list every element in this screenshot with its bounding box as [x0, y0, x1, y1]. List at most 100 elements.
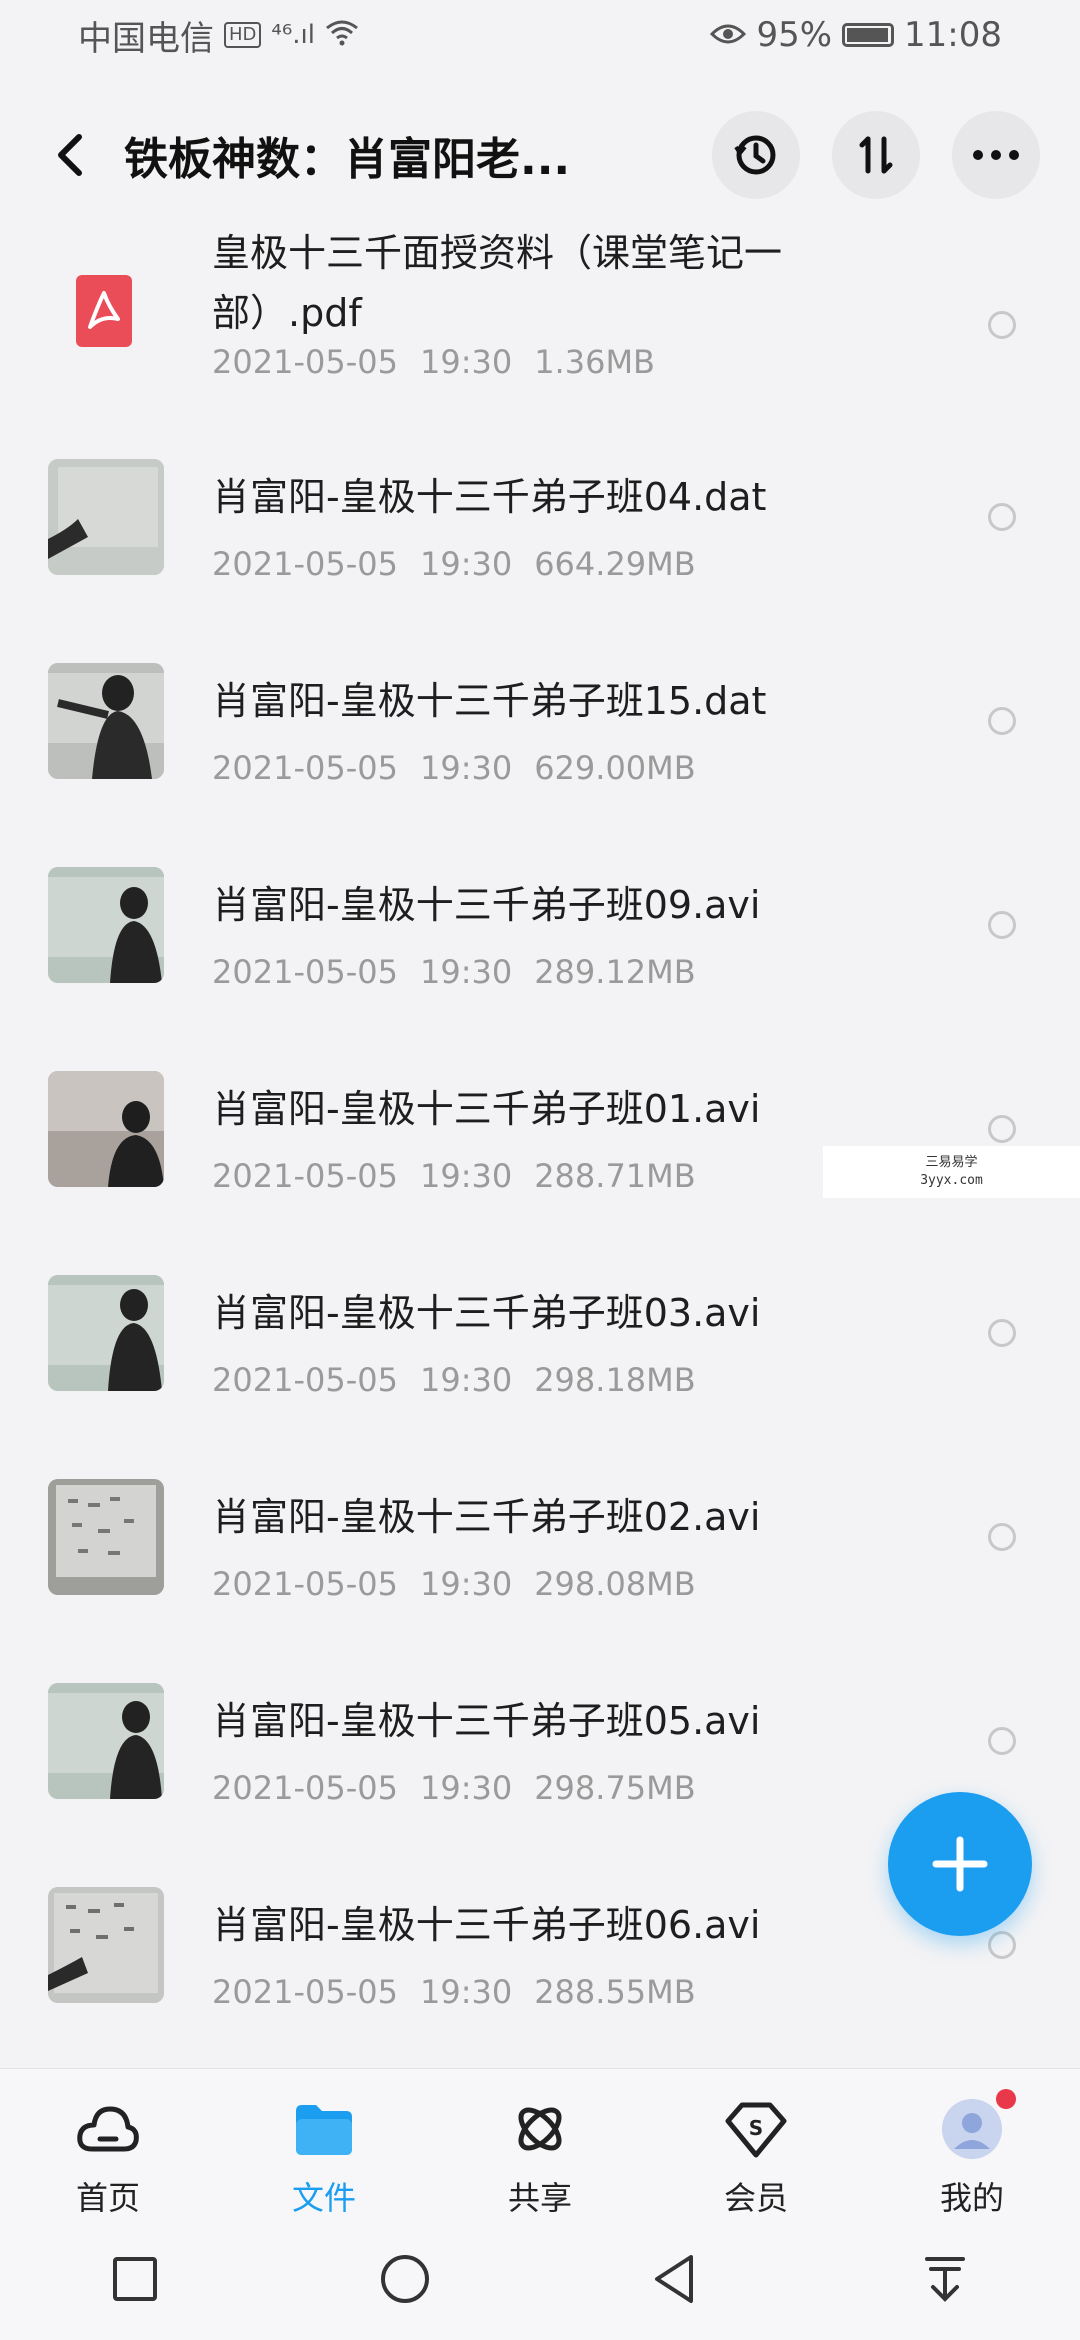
select-radio[interactable] — [988, 911, 1016, 939]
nav-item-home[interactable]: 首页 — [18, 2069, 198, 2219]
file-date: 2021-05-05 — [212, 1769, 398, 1807]
nav-label: 首页 — [75, 2179, 140, 2217]
select-radio[interactable] — [988, 1115, 1016, 1143]
circle-icon — [381, 2255, 429, 2303]
vip-icon: S — [724, 2097, 788, 2161]
list-item[interactable]: 肖富阳-皇极十三千弟子班04.dat 2021-05-05 19:30 664.… — [0, 415, 1080, 619]
file-meta: 2021-05-05 19:30 288.55MB — [212, 1973, 696, 2011]
notification-pull-button[interactable] — [905, 2239, 985, 2319]
clock: 11:08 — [904, 15, 1002, 55]
list-item[interactable]: 肖富阳-皇极十三千弟子班03.avi 2021-05-05 19:30 298.… — [0, 1231, 1080, 1435]
select-radio[interactable] — [988, 503, 1016, 531]
select-radio[interactable] — [988, 1931, 1016, 1959]
video-thumbnail — [48, 1887, 164, 2003]
svg-text:S: S — [749, 2116, 763, 2140]
list-item[interactable]: 皇极十三千面授资料（课堂笔记一部）.pdf 2021-05-05 19:30 1… — [0, 215, 1080, 415]
back-nav-button[interactable] — [635, 2239, 715, 2319]
file-date: 2021-05-05 — [212, 343, 398, 381]
back-button[interactable] — [40, 125, 100, 185]
add-button[interactable] — [888, 1792, 1032, 1936]
more-button[interactable] — [952, 111, 1040, 199]
select-radio[interactable] — [988, 1523, 1016, 1551]
folder-icon — [292, 2097, 356, 2161]
history-button[interactable] — [712, 111, 800, 199]
file-name: 肖富阳-皇极十三千弟子班03.avi — [212, 1291, 761, 1335]
select-radio[interactable] — [988, 311, 1016, 339]
nav-label: 文件 — [291, 2179, 356, 2217]
watermark-line-2: 3yyx.com — [920, 1173, 983, 1188]
file-time: 19:30 — [419, 953, 513, 991]
select-radio[interactable] — [988, 1319, 1016, 1347]
recents-button[interactable] — [95, 2239, 175, 2319]
file-date: 2021-05-05 — [212, 1973, 398, 2011]
file-meta: 2021-05-05 19:30 664.29MB — [212, 545, 696, 583]
home-button[interactable] — [365, 2239, 445, 2319]
title-bar: 铁板神数：肖富阳老... — [0, 100, 1080, 210]
file-name: 皇极十三千面授资料（课堂笔记一部）.pdf — [212, 231, 783, 335]
file-meta: 2021-05-05 19:30 1.36MB — [212, 343, 655, 381]
file-time: 19:30 — [419, 1361, 513, 1399]
nav-item-profile[interactable]: 我的 — [882, 2069, 1062, 2219]
file-name: 肖富阳-皇极十三千弟子班06.avi — [212, 1903, 761, 1947]
nav-item-share[interactable]: 共享 — [450, 2069, 630, 2219]
file-date: 2021-05-05 — [212, 1361, 398, 1399]
file-meta: 2021-05-05 19:30 629.00MB — [212, 749, 696, 787]
pull-down-icon — [925, 2257, 965, 2302]
file-time: 19:30 — [419, 1973, 513, 2011]
file-size: 288.71MB — [534, 1157, 696, 1195]
file-size: 629.00MB — [534, 749, 696, 787]
list-item[interactable]: 肖富阳-皇极十三千弟子班15.dat 2021-05-05 19:30 629.… — [0, 619, 1080, 823]
plus-icon — [932, 1836, 988, 1892]
file-name: 肖富阳-皇极十三千弟子班04.dat — [212, 475, 767, 519]
file-size: 298.08MB — [534, 1565, 696, 1603]
avatar-icon — [940, 2089, 1016, 2161]
more-icon — [973, 150, 1019, 160]
file-date: 2021-05-05 — [212, 545, 398, 583]
video-thumbnail — [48, 1683, 164, 1799]
bottom-nav: 首页 文件 共享 S 会员 我的 — [0, 2068, 1080, 2218]
file-size: 288.55MB — [534, 1973, 696, 2011]
video-thumbnail — [48, 1479, 164, 1595]
pdf-icon — [68, 275, 148, 355]
video-thumbnail — [48, 1071, 164, 1187]
nav-item-vip[interactable]: S 会员 — [666, 2069, 846, 2219]
file-meta: 2021-05-05 19:30 298.18MB — [212, 1361, 696, 1399]
list-item[interactable]: 肖富阳-皇极十三千弟子班01.avi 2021-05-05 19:30 288.… — [0, 1027, 1080, 1231]
history-icon — [734, 135, 776, 175]
select-radio[interactable] — [988, 1727, 1016, 1755]
page-title: 铁板神数：肖富阳老... — [124, 134, 571, 185]
eye-icon — [710, 15, 747, 55]
file-name: 肖富阳-皇极十三千弟子班09.avi — [212, 883, 761, 927]
system-nav — [0, 2218, 1080, 2340]
video-thumbnail — [48, 1275, 164, 1391]
nav-item-files[interactable]: 文件 — [234, 2069, 414, 2219]
sort-button[interactable] — [832, 111, 920, 199]
square-icon — [113, 2257, 157, 2301]
file-size: 298.18MB — [534, 1361, 696, 1399]
status-bar: 中国电信 HD ⁴⁶.ıl 95% 11:08 — [0, 0, 1080, 70]
file-name: 肖富阳-皇极十三千弟子班05.avi — [212, 1699, 761, 1743]
select-radio[interactable] — [988, 707, 1016, 735]
file-size: 1.36MB — [534, 343, 655, 381]
chevron-left-icon — [58, 134, 82, 176]
list-item[interactable]: 肖富阳-皇极十三千弟子班02.avi 2021-05-05 19:30 298.… — [0, 1435, 1080, 1639]
watermark-line-1: 三易易学 — [925, 1155, 978, 1170]
file-meta: 2021-05-05 19:30 289.12MB — [212, 953, 696, 991]
watermark: 三易易学 3yyx.com — [823, 1146, 1080, 1198]
nav-label: 我的 — [939, 2179, 1004, 2217]
list-item[interactable]: 肖富阳-皇极十三千弟子班09.avi 2021-05-05 19:30 289.… — [0, 823, 1080, 1027]
file-time: 19:30 — [419, 1157, 513, 1195]
file-meta: 2021-05-05 19:30 288.71MB — [212, 1157, 696, 1195]
file-time: 19:30 — [419, 545, 513, 583]
video-thumbnail — [48, 663, 164, 779]
file-date: 2021-05-05 — [212, 749, 398, 787]
file-date: 2021-05-05 — [212, 953, 398, 991]
file-name: 肖富阳-皇极十三千弟子班15.dat — [212, 679, 767, 723]
file-date: 2021-05-05 — [212, 1157, 398, 1195]
video-thumbnail — [48, 867, 164, 983]
nav-label: 会员 — [723, 2179, 788, 2217]
file-size: 289.12MB — [534, 953, 696, 991]
share-icon — [508, 2097, 572, 2161]
hd-badge: HD — [224, 22, 262, 48]
cloud-icon — [76, 2097, 140, 2161]
